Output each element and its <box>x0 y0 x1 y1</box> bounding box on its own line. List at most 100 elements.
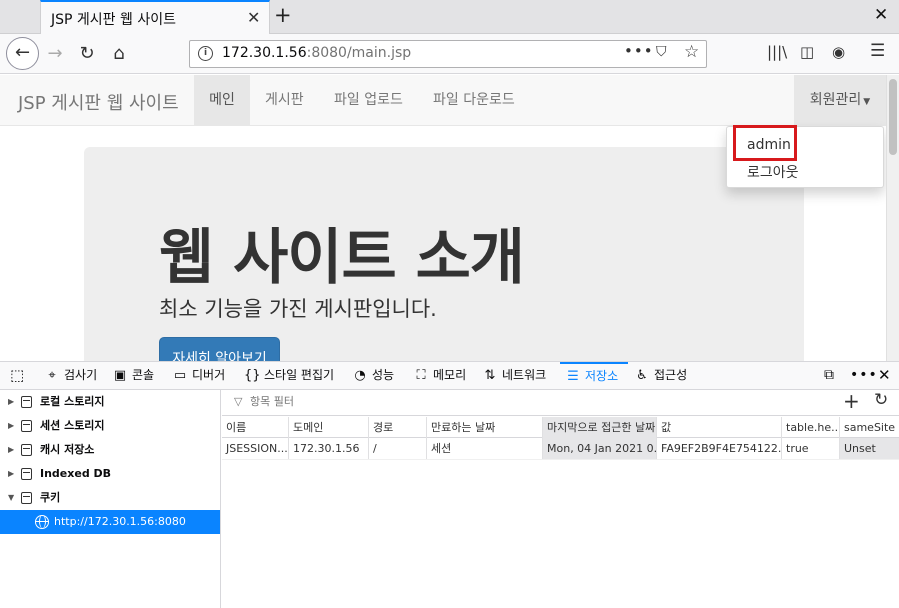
tab-accessibility[interactable]: ♿ 접근성 <box>634 362 687 389</box>
library-icon[interactable]: |||\ <box>767 43 787 61</box>
tab-label: 스타일 편집기 <box>264 368 335 382</box>
pocket-icon[interactable]: ⛉ <box>656 44 667 60</box>
tree-item-cache-storage[interactable]: ▶ 캐시 저장소 <box>0 438 220 462</box>
tab-strip: JSP 게시판 웹 사이트 ✕ + ✕ <box>0 0 899 34</box>
storage-icon <box>21 420 32 432</box>
account-icon[interactable]: ◉ <box>832 43 845 61</box>
member-menu-toggle[interactable]: 회원관리 ▼ <box>794 75 886 126</box>
table-cell: 세션 <box>426 438 542 459</box>
tab-label: 메모리 <box>433 368 467 382</box>
url-text[interactable]: 172.30.1.56:8080/main.jsp <box>222 45 411 61</box>
refresh-icon[interactable]: ↻ <box>874 390 888 410</box>
tab-storage[interactable]: ☰ 저장소 <box>560 362 628 389</box>
more-options-icon[interactable]: ••• <box>850 362 878 389</box>
column-header[interactable]: 값 <box>656 417 781 438</box>
nav-file-download[interactable]: 파일 다운로드 <box>433 75 515 126</box>
filter-icon: ▽ <box>234 395 243 408</box>
tab-style-editor[interactable]: {} 스타일 편집기 <box>244 362 334 389</box>
tab-network[interactable]: ⇅ 네트워크 <box>482 362 547 389</box>
site-navbar: JSP 게시판 웹 사이트 메인 게시판 파일 업로드 파일 다운로드 회원관리… <box>0 75 886 126</box>
nav-main[interactable]: 메인 <box>194 75 250 126</box>
learn-more-button[interactable]: 자세히 알아보기 <box>159 337 280 361</box>
column-header[interactable]: 이름 <box>222 417 288 438</box>
chevron-down-icon[interactable]: ▼ <box>8 486 14 510</box>
tab-performance[interactable]: ◔ 성능 <box>352 362 394 389</box>
highlight-box <box>733 125 797 161</box>
jumbotron: 웹 사이트 소개 최소 기능을 가진 게시판입니다. 자세히 알아보기 <box>84 147 804 361</box>
home-icon[interactable]: ⌂ <box>104 40 134 68</box>
url-path: :8080/main.jsp <box>306 45 412 61</box>
page-scrollbar[interactable] <box>886 75 899 361</box>
tab-label: 네트워크 <box>502 368 547 382</box>
element-picker-icon[interactable]: ⬚ <box>10 362 24 389</box>
hamburger-menu-icon[interactable]: ☰ <box>870 41 885 61</box>
plus-icon[interactable]: + <box>274 3 292 27</box>
navigation-toolbar: ← → ↻ ⌂ i 172.30.1.56:8080/main.jsp ••• … <box>0 34 899 74</box>
column-header[interactable]: 도메인 <box>288 417 368 438</box>
add-item-icon[interactable]: + <box>843 389 860 413</box>
url-bar[interactable]: i 172.30.1.56:8080/main.jsp ••• ⛉ ☆ <box>189 40 707 68</box>
column-header[interactable]: 경로 <box>368 417 426 438</box>
tree-item-indexed-db[interactable]: ▶ Indexed DB <box>0 462 220 486</box>
tab-console[interactable]: ▣ 콘솔 <box>112 362 154 389</box>
dropdown-item-logout[interactable]: 로그아웃 <box>747 162 799 182</box>
table-cell: true <box>781 438 839 459</box>
jumbotron-title: 웹 사이트 소개 <box>159 223 525 293</box>
chevron-right-icon[interactable]: ▶ <box>8 462 14 486</box>
column-header[interactable]: 마지막으로 접근한 날짜 <box>542 417 656 438</box>
column-header[interactable]: 만료하는 날짜 <box>426 417 542 438</box>
table-cell: Mon, 04 Jan 2021 0... <box>542 438 656 459</box>
tree-label: Indexed DB <box>40 467 112 480</box>
tab-label: 성능 <box>372 368 395 382</box>
jumbotron-subtitle: 최소 기능을 가진 게시판입니다. <box>159 297 437 321</box>
memory-icon: ⛶ <box>416 368 426 383</box>
nav-file-upload[interactable]: 파일 업로드 <box>334 75 403 126</box>
window-close-icon[interactable]: ✕ <box>874 5 888 25</box>
back-arrow-icon[interactable]: ← <box>6 37 39 70</box>
tree-label: 로컬 스토리지 <box>40 395 105 408</box>
info-icon[interactable]: i <box>198 46 213 61</box>
chevron-right-icon[interactable]: ▶ <box>8 414 14 438</box>
table-row[interactable]: JSESSION... 172.30.1.56 / 세션 Mon, 04 Jan… <box>222 438 899 460</box>
tab-label: 디버거 <box>192 368 226 382</box>
tree-item-local-storage[interactable]: ▶ 로컬 스토리지 <box>0 390 220 414</box>
tab-title: JSP 게시판 웹 사이트 <box>51 12 176 28</box>
tree-item-cookie-host[interactable]: http://172.30.1.56:8080 <box>0 510 220 534</box>
more-actions-icon[interactable]: ••• <box>624 42 654 60</box>
scrollbar-thumb[interactable] <box>889 79 897 155</box>
table-cell: 172.30.1.56 <box>288 438 368 459</box>
inspector-icon: ⌖ <box>48 368 56 383</box>
table-cell: / <box>368 438 426 459</box>
member-menu-label: 회원관리 <box>809 92 862 108</box>
tree-item-cookies[interactable]: ▼ 쿠키 <box>0 486 220 510</box>
dock-icon[interactable]: ⧉ <box>824 362 834 389</box>
close-devtools-icon[interactable]: ✕ <box>878 362 891 389</box>
table-cell: FA9EF2B9F4E754122... <box>656 438 781 459</box>
storage-icon <box>21 492 32 504</box>
filter-input[interactable] <box>248 394 548 409</box>
tab-inspector[interactable]: ⌖ 검사기 <box>44 362 97 389</box>
nav-board[interactable]: 게시판 <box>265 75 304 126</box>
column-header[interactable]: table.he... <box>781 417 839 438</box>
storage-icon: ☰ <box>567 369 579 384</box>
network-icon: ⇅ <box>484 368 496 383</box>
performance-icon: ◔ <box>354 368 366 383</box>
tree-label: 캐시 저장소 <box>40 443 95 456</box>
chevron-right-icon[interactable]: ▶ <box>8 438 14 462</box>
style-editor-icon: {} <box>244 368 261 383</box>
reload-icon[interactable]: ↻ <box>72 40 102 68</box>
chevron-right-icon[interactable]: ▶ <box>8 390 14 414</box>
site-brand[interactable]: JSP 게시판 웹 사이트 <box>18 89 179 115</box>
filter-bar: ▽ + ↻ <box>222 389 899 416</box>
tab-debugger[interactable]: ▭ 디버거 <box>172 362 225 389</box>
column-header[interactable]: sameSite <box>839 417 899 438</box>
tree-item-session-storage[interactable]: ▶ 세션 스토리지 <box>0 414 220 438</box>
bookmark-star-icon[interactable]: ☆ <box>684 42 699 62</box>
tab-label: 저장소 <box>585 369 619 383</box>
browser-tab[interactable]: JSP 게시판 웹 사이트 ✕ <box>40 0 270 34</box>
forward-arrow-icon[interactable]: → <box>40 40 70 68</box>
tab-label: 접근성 <box>654 368 688 382</box>
sidebar-icon[interactable]: ◫ <box>800 43 814 61</box>
tab-memory[interactable]: ⛶ 메모리 <box>413 362 466 389</box>
close-icon[interactable]: ✕ <box>247 8 260 27</box>
